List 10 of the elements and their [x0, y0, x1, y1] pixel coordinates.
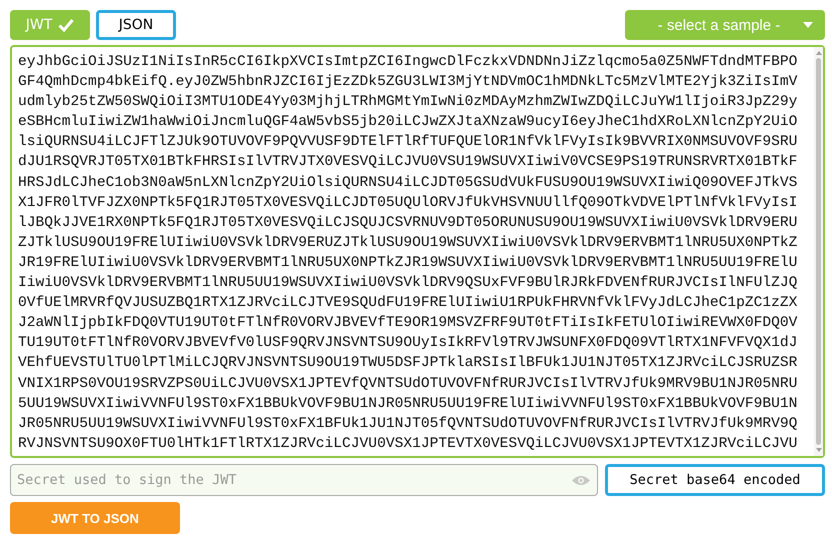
check-icon: [58, 18, 74, 32]
secret-input-field[interactable]: Secret used to sign the JWT: [10, 464, 598, 496]
token-text-field[interactable]: eyJhbGciOiJSUzI1NiIsInR5cCI6IkpXVCIsImtpZCI6IngwcDlFczkxVDNDNnJiZzlqcmo5a0Z5NWFTdndMTFBPO GF4QmhDcmp4bkEifQ.eyJ0ZW5hbnRJZCI6IjEzZDk5ZGU3LWI3MjYtNDVmOC1hMDNkLTc5MzVlMTE2Yjk3ZiIsImV udmlyb25tZW50SWQiOiI3MTU1ODE4Yy03MjhjLTRhMGMtYmIwNi0zMDAyMzhmZWIwZDQiLCJuYW1lIjoiR3JpZ29y eSBHcmluIiwiZW1haWwiOiJncmluQGF4aW5vbS5jb20iLCJwZXJtaXNzaW9ucyI6eyJheC1hdXRoLXNlcnZpY2UiO lsiQURNSU4iLCJFTlZJUk9OTUVOVF9PQVVUSF9DTElFTlRfTUFQUElOR1NfVklFVyIsIk9BVVRIX0NMSUVOVF9SRU dJU1RSQVRJT05TX01BTkFHRSIsIlVTRVJTX0VESVQiLCJVU0VSU19WSUVXIiwiV0VCSE9PS19TRUNSRVRTX01BTkF HRSJdLCJheC1ob3N0aW5nLXNlcnZpY2UiOlsiQURNSU4iLCJDT05GSUdVUkFUSU9OU19WSUVXIiwiQ09OVEFJTkVS X1JFR0lTVFJZX0NPTk5FQ1RJT05TX0VESVQiLCJDT05UQUlORVJfUkVHSVNUUllfQ09OTkVDVElPTlNfVklFVyIsI lJBQkJJVE1RX0NPTk5FQ1RJT05TX0VESVQiLCJSQUJCSVRNUV9DT05ORUNUSU9OU19WSUVXIiwiU0VSVklDRV9ERU ZJTklUSU9OU19FRElUIiwiU0VSVklDRV9ERUZJTklUSU9OU19WSUVXIiwiU0VSVklDRV9ERVBMT1lNRU5UX0NPTkZ JR19FRElUIiwiU0VSVklDRV9ERVBMT1lNRU5UX0NPTkZJR19WSUVXIiwiU0VSVklDRV9ERVBMT1lNRU5UU19FRElU IiwiU0VSVklDRV9ERVBMT1lNRU5UU19WSUVXIiwiU0VSVklDRV9QSUxFVF9BUlRJRkFDVENfRURJVCIsIlNFUlZJQ 0VfUElMRVRfQVJUSUZBQ1RTX1ZJRVciLCJTVE9SQUdFU19FRElUIiwiU1RPUkFHRVNfVklFVyJdLCJheC1pZC1zZX J2aWNlIjpbIkFDQ0VTU19UT0tFTlNfR0VORVJBVEVfTE9OR19MSVZFRF9UT0tFTiIsIkFETUlOIiwiREVWX0FDQ0V TU19UT0tFTlNfR0VORVJBVEVfV0lUSF9QRVJNSVNTSU9OUyIsIkRFVl9TRVJWSUNFX0FDQ09VTlRTX1NFVFVQX1dJ VEhfUEVSTUlTU0lPTlMiLCJQRVJNSVNTSU9OU19TWU5DSFJPTklaRSIsIlBFUk1JU1NJT05TX1ZJRVciLCJSRUZSR VNIX1RPS0VOU19SRVZPS0UiLCJVU0VSX1JPTEVfQVNTSUdOTUVOVFNfRURJVCIsIlVTRVJfUk9MRV9BU1NJR05NRU 5UU19WSUVXIiwiVVNFUl9ST0xFX1BBUkVOVF9BU1NJR05NRU5UU19FRElUIiwiVVNFUl9ST0xFX1BBUkVOVF9BU1N JR05NRU5UU19WSUVXIiwiVVNFUl9ST0xFX1BFUk1JU1NJT05fQVNTSUdOTUVOVFNfRURJVCIsIlVTRVJfUk9MRV9Q RVJNSVNTSU9OX0FTU0lHTk1FTlRTX1ZJRVciLCJVU0VSX1JPTEVTX0VESVQiLCJVU0VSX1JPTEVTX1ZJRVciLCJVU: [10, 45, 825, 458]
tab[interactable]: JSON: [96, 10, 176, 40]
base64-toggle[interactable]: Secret base64 encoded: [605, 464, 825, 496]
eye-icon[interactable]: [572, 475, 590, 486]
scroll-down-icon[interactable]: [814, 447, 822, 453]
scroll-up-icon[interactable]: [814, 50, 822, 56]
scrollbar[interactable]: [814, 47, 823, 456]
caret-icon: [803, 22, 813, 28]
